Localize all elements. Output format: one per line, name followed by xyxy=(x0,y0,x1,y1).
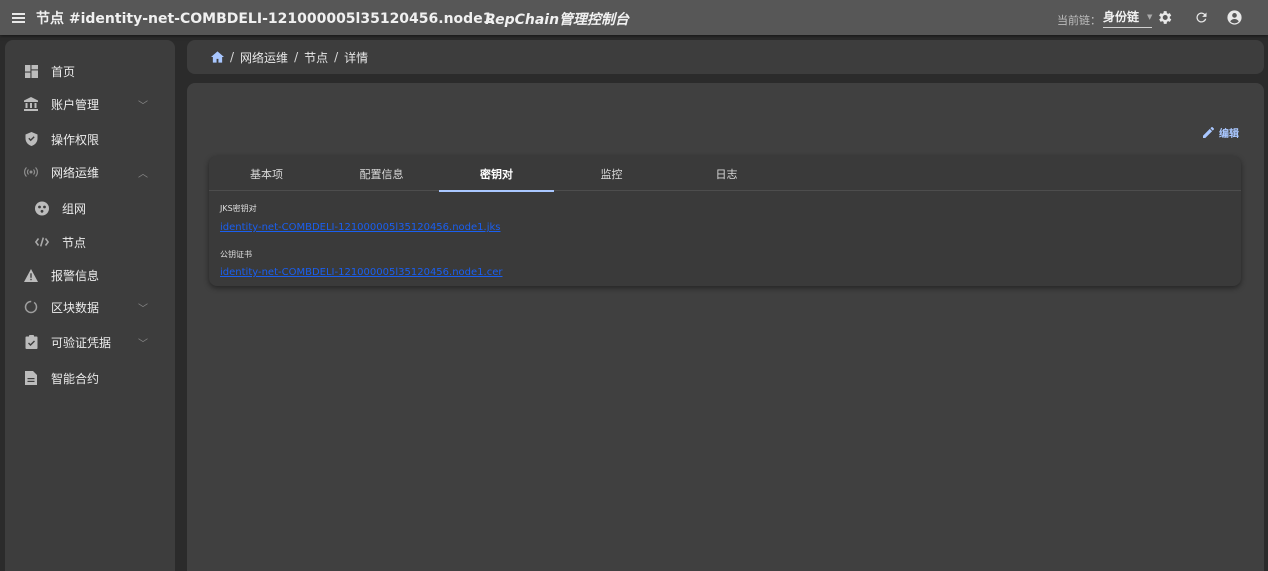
breadcrumb-item[interactable]: 节点 xyxy=(304,49,328,66)
warning-icon xyxy=(24,268,38,282)
breadcrumb-separator: / xyxy=(294,50,299,64)
tab-monitor[interactable]: 监控 xyxy=(554,156,669,191)
chain-selector[interactable]: 当前链： 身份链 ▼ xyxy=(1057,8,1153,28)
detail-card: 基本项 配置信息 密钥对 监控 日志 JKS密钥对 identity-net-C… xyxy=(209,156,1241,286)
account-circle-icon[interactable] xyxy=(1225,8,1243,26)
breadcrumb-item[interactable]: 网络运维 xyxy=(240,49,288,66)
pencil-icon xyxy=(1203,127,1214,138)
chain-selector-value[interactable]: 身份链 ▼ xyxy=(1103,8,1153,28)
tab-basic[interactable]: 基本项 xyxy=(209,156,324,191)
broadcast-icon xyxy=(24,165,38,179)
home-icon[interactable] xyxy=(211,51,224,63)
tab-keypair[interactable]: 密钥对 xyxy=(439,156,554,192)
clipboard-check-icon xyxy=(24,335,38,349)
dashboard-icon xyxy=(24,64,38,78)
sidebar-item-label: 智能合约 xyxy=(51,371,100,386)
document-icon xyxy=(24,371,38,385)
sidebar-item-block-data[interactable]: 区块数据 ﹀ xyxy=(5,293,175,321)
sidebar-item-label: 操作权限 xyxy=(51,132,100,147)
bank-icon xyxy=(24,97,38,111)
sidebar-item-label: 首页 xyxy=(51,64,76,79)
sidebar: 首页 账户管理 ﹀ 操作权限 网络运维 ︿ 组网 节点 报警信息 区块数据 ﹀ … xyxy=(5,40,175,571)
jks-keypair-link[interactable]: identity-net-COMBDELI-121000005l35120456… xyxy=(220,222,501,233)
sidebar-item-nodes[interactable]: 节点 xyxy=(5,228,175,256)
sidebar-item-network-ops[interactable]: 网络运维 ︿ xyxy=(5,158,175,186)
sidebar-item-home[interactable]: 首页 xyxy=(5,57,175,85)
sidebar-item-alerts[interactable]: 报警信息 xyxy=(5,261,175,289)
sidebar-item-label: 网络运维 xyxy=(51,165,100,180)
chevron-up-icon: ︿ xyxy=(138,168,148,180)
page-title: 节点 #identity-net-COMBDELI-121000005l3512… xyxy=(36,10,493,27)
sidebar-item-label: 账户管理 xyxy=(51,97,100,112)
tab-bar: 基本项 配置信息 密钥对 监控 日志 xyxy=(209,156,1241,192)
breadcrumb-separator: / xyxy=(334,50,339,64)
network-icon xyxy=(35,201,49,215)
public-cert-label: 公钥证书 xyxy=(220,250,252,259)
shield-icon xyxy=(24,132,38,146)
chain-selector-label: 当前链： xyxy=(1057,14,1101,27)
edit-label: 编辑 xyxy=(1219,129,1239,140)
sidebar-item-label: 节点 xyxy=(62,235,87,250)
breadcrumb-separator: / xyxy=(230,50,235,64)
sidebar-item-accounts[interactable]: 账户管理 ﹀ xyxy=(5,90,175,118)
sidebar-item-label: 报警信息 xyxy=(51,268,100,283)
menu-icon[interactable] xyxy=(0,0,36,35)
app-brand: RepChain管理控制台 xyxy=(485,12,630,28)
chevron-down-icon: ﹀ xyxy=(138,338,148,350)
main-content: 编辑 基本项 配置信息 密钥对 监控 日志 JKS密钥对 identity-ne… xyxy=(187,83,1264,571)
sidebar-item-label: 组网 xyxy=(62,201,87,216)
sidebar-item-verifiable-credentials[interactable]: 可验证凭据 ﹀ xyxy=(5,328,175,356)
breadcrumb-item-current: 详情 xyxy=(344,50,369,65)
chevron-down-icon: ﹀ xyxy=(138,100,148,112)
sidebar-item-label: 区块数据 xyxy=(51,300,100,315)
tab-logs[interactable]: 日志 xyxy=(669,156,784,191)
jks-keypair-label: JKS密钥对 xyxy=(220,204,257,213)
top-app-bar: 节点 #identity-net-COMBDELI-121000005l3512… xyxy=(0,0,1268,35)
sidebar-item-label: 可验证凭据 xyxy=(51,335,112,350)
sidebar-item-networking[interactable]: 组网 xyxy=(5,194,175,222)
public-cert-link[interactable]: identity-net-COMBDELI-121000005l35120456… xyxy=(220,267,502,278)
edit-button[interactable]: 编辑 xyxy=(1203,125,1239,140)
settings-gear-icon[interactable] xyxy=(1155,8,1173,26)
sidebar-item-smart-contracts[interactable]: 智能合约 xyxy=(5,364,175,392)
node-icon xyxy=(35,235,49,249)
tab-config[interactable]: 配置信息 xyxy=(324,156,439,191)
sidebar-item-permissions[interactable]: 操作权限 xyxy=(5,125,175,153)
breadcrumb: / 网络运维 / 节点 / 详情 xyxy=(187,40,1264,74)
caret-down-icon: ▼ xyxy=(1147,12,1153,21)
refresh-icon[interactable] xyxy=(1192,8,1210,26)
circle-icon xyxy=(24,300,38,314)
chevron-down-icon: ﹀ xyxy=(138,303,148,315)
